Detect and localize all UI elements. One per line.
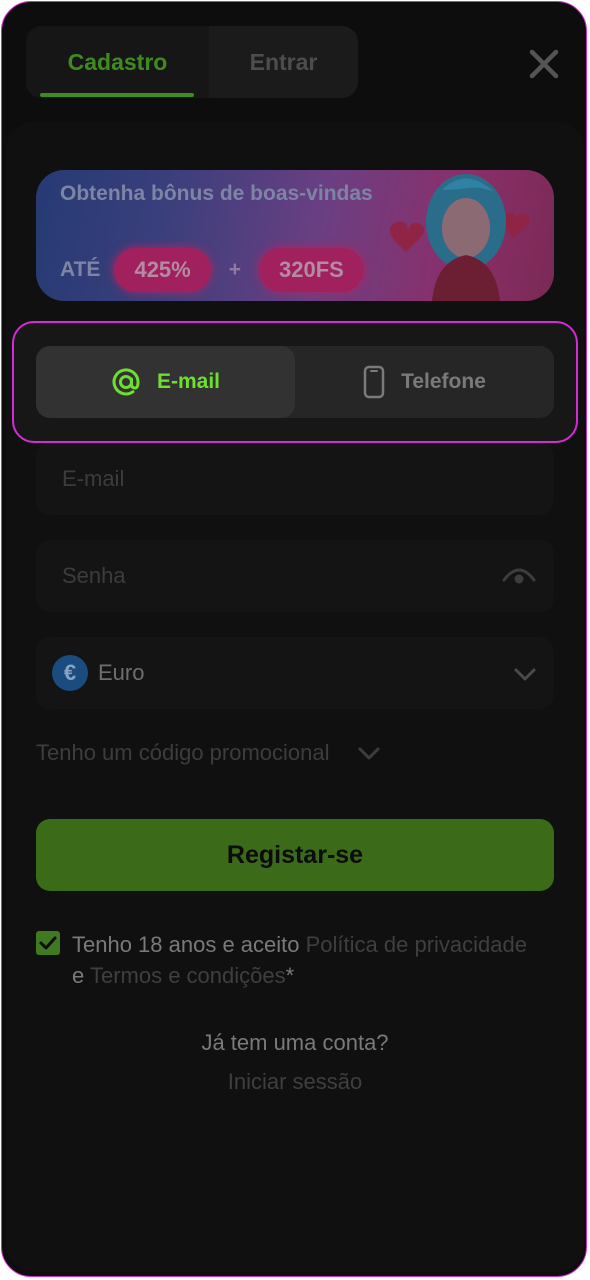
method-phone-label: Telefone xyxy=(401,370,486,393)
show-password-eye-icon[interactable] xyxy=(502,564,536,594)
chevron-down-icon xyxy=(512,661,538,693)
method-phone-button[interactable]: Telefone xyxy=(295,346,554,418)
at-sign-icon xyxy=(111,367,141,397)
email-placeholder: E-mail xyxy=(62,466,125,491)
close-icon[interactable] xyxy=(522,42,566,86)
tab-register[interactable]: Cadastro xyxy=(26,26,209,98)
register-button[interactable]: Registar-se xyxy=(36,819,554,891)
phone-icon xyxy=(363,365,385,399)
method-email-label: E-mail xyxy=(156,370,221,393)
euro-currency-icon: € xyxy=(52,655,88,691)
login-link[interactable]: Iniciar sessão xyxy=(0,1069,590,1095)
promo-code-toggle[interactable]: Tenho um código promocional xyxy=(36,737,382,769)
auth-tabs: Cadastro Entrar xyxy=(26,26,358,98)
checkmark-icon xyxy=(39,936,57,950)
terms-and: e xyxy=(72,963,90,988)
welcome-bonus-banner[interactable]: Obtenha bônus de boas-vindas ATÉ 425% + … xyxy=(36,170,554,301)
terms-prefix: Tenho 18 anos e aceito xyxy=(72,932,306,957)
active-tab-indicator xyxy=(40,93,194,97)
promo-chevron-down-icon xyxy=(356,740,382,766)
tab-login[interactable]: Entrar xyxy=(209,26,358,98)
password-placeholder: Senha xyxy=(62,563,126,588)
banner-title: Obtenha bônus de boas-vindas xyxy=(60,182,373,205)
privacy-policy-link[interactable]: Política de privacidade xyxy=(306,932,527,957)
have-account-text: Já tem uma conta? xyxy=(201,1030,389,1055)
method-email-button[interactable]: E-mail xyxy=(36,346,295,418)
banner-character-illustration xyxy=(389,174,530,301)
currency-value: Euro xyxy=(98,660,145,685)
currency-select[interactable]: € Euro xyxy=(36,637,554,709)
signup-method-switch: E-mail Telefone xyxy=(36,346,554,418)
bonus-row: ATÉ 425% + 320FS xyxy=(60,248,364,292)
bonus-percent-badge: 425% xyxy=(114,248,211,292)
terms-text: Tenho 18 anos e aceito Política de priva… xyxy=(72,929,532,991)
promo-code-label: Tenho um código promocional xyxy=(36,740,330,765)
email-field[interactable]: E-mail xyxy=(36,443,554,515)
terms-conditions-link[interactable]: Termos e condições xyxy=(90,963,286,988)
up-to-label: ATÉ xyxy=(60,258,101,281)
free-spins-badge: 320FS xyxy=(259,248,364,292)
plus-sign: + xyxy=(228,258,241,281)
password-field[interactable]: Senha xyxy=(36,540,554,612)
age-terms-checkbox[interactable] xyxy=(36,931,60,955)
terms-asterisk: * xyxy=(285,963,295,988)
